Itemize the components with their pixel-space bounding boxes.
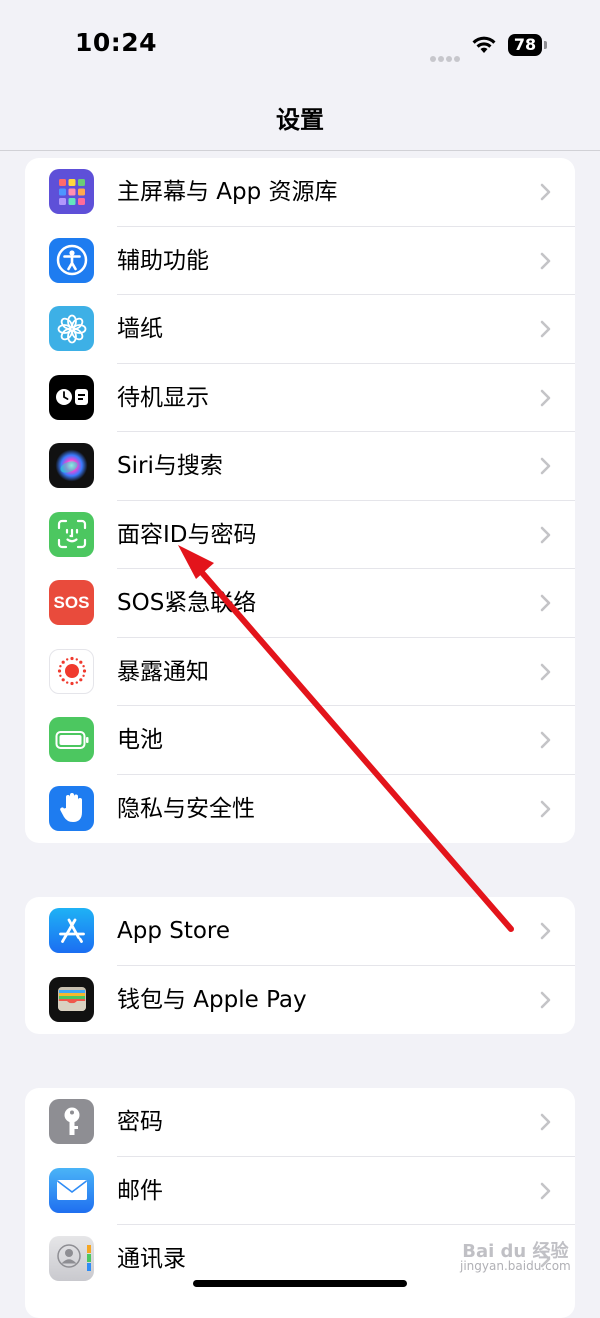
face-id-icon (49, 511, 94, 557)
contacts-icon (49, 1236, 94, 1281)
row-label: 钱包与 Apple Pay (117, 986, 307, 1013)
chevron-right-icon (540, 731, 551, 749)
settings-row-wallpaper[interactable]: 墙纸 (25, 295, 575, 364)
chevron-right-icon (540, 526, 551, 543)
chevron-right-icon (540, 800, 551, 817)
row-label: 邮件 (117, 1177, 163, 1204)
chevron-right-icon (540, 1113, 551, 1131)
wifi-icon (470, 33, 498, 59)
settings-row-battery[interactable]: 电池 (25, 706, 575, 775)
settings-group-general: 主屏幕与 App 资源库 辅助功能 墙纸 待机显示 Siri与搜索 面容ID与密… (25, 158, 575, 843)
chevron-right-icon (540, 922, 551, 940)
watermark-logo-text: Bai du 经验 (462, 1241, 569, 1262)
mail-icon (49, 1167, 94, 1213)
chevron-right-icon (540, 663, 551, 680)
settings-row-emergency-sos[interactable]: SOS SOS紧急联络 (25, 569, 575, 638)
settings-row-passwords[interactable]: 密码 (25, 1088, 575, 1157)
row-label: 待机显示 (117, 384, 209, 411)
chevron-right-icon (540, 1182, 551, 1199)
status-time: 10:24 (75, 28, 158, 57)
watermark: Bai du 经验 jingyan.baidu.com (460, 1241, 571, 1274)
row-label: 通讯录 (117, 1246, 186, 1272)
wallpaper-flower-icon (49, 306, 94, 351)
chevron-right-icon (540, 183, 551, 201)
settings-row-privacy-security[interactable]: 隐私与安全性 (25, 775, 575, 844)
accessibility-icon (49, 237, 94, 283)
row-label: App Store (117, 918, 231, 944)
chevron-right-icon (540, 457, 551, 475)
row-label: 面容ID与密码 (117, 521, 257, 548)
siri-icon (49, 443, 94, 488)
row-label: 墙纸 (117, 316, 163, 342)
sos-icon-text: SOS (53, 592, 90, 612)
privacy-hand-icon (49, 785, 94, 831)
row-label: 电池 (117, 727, 163, 753)
chevron-right-icon (540, 252, 551, 269)
cellular-signal-icon (430, 47, 462, 66)
settings-row-wallet-apple-pay[interactable]: 钱包与 Apple Pay (25, 966, 575, 1035)
battery-icon (49, 717, 94, 762)
chevron-right-icon (540, 991, 551, 1008)
battery-level: 78 (508, 34, 542, 56)
settings-row-app-store[interactable]: App Store (25, 897, 575, 966)
chevron-right-icon (540, 594, 551, 612)
chevron-right-icon (540, 320, 551, 338)
row-label: 密码 (117, 1109, 163, 1135)
settings-row-mail[interactable]: 邮件 (25, 1157, 575, 1225)
home-indicator[interactable] (193, 1280, 407, 1287)
row-label: 主屏幕与 App 资源库 (117, 179, 338, 205)
row-label: 暴露通知 (117, 658, 209, 685)
watermark-url: jingyan.baidu.com (460, 1259, 571, 1273)
status-bar: 10:24 78 (0, 0, 600, 90)
settings-row-home-screen[interactable]: 主屏幕与 App 资源库 (25, 158, 575, 227)
settings-row-face-id[interactable]: 面容ID与密码 (25, 501, 575, 569)
settings-row-siri[interactable]: Siri与搜索 (25, 432, 575, 501)
nav-divider (0, 150, 600, 151)
settings-row-standby[interactable]: 待机显示 (25, 364, 575, 432)
settings-group-store: App Store 钱包与 Apple Pay (25, 897, 575, 1034)
settings-row-accessibility[interactable]: 辅助功能 (25, 227, 575, 295)
battery-nub (544, 41, 547, 49)
key-icon (49, 1099, 94, 1144)
standby-icon (49, 374, 94, 420)
row-label: Siri与搜索 (117, 453, 223, 479)
row-label: 隐私与安全性 (117, 795, 255, 822)
exposure-notification-icon (49, 648, 94, 694)
chevron-right-icon (540, 389, 551, 406)
home-screen-grid-icon (49, 169, 94, 214)
sos-icon: SOS (49, 580, 94, 625)
row-label: SOS紧急联络 (117, 590, 257, 616)
row-label: 辅助功能 (117, 247, 209, 274)
settings-row-exposure-notifications[interactable]: 暴露通知 (25, 638, 575, 706)
wallet-icon (49, 976, 94, 1022)
page-title: 设置 (276, 106, 324, 134)
app-store-icon (49, 908, 94, 953)
